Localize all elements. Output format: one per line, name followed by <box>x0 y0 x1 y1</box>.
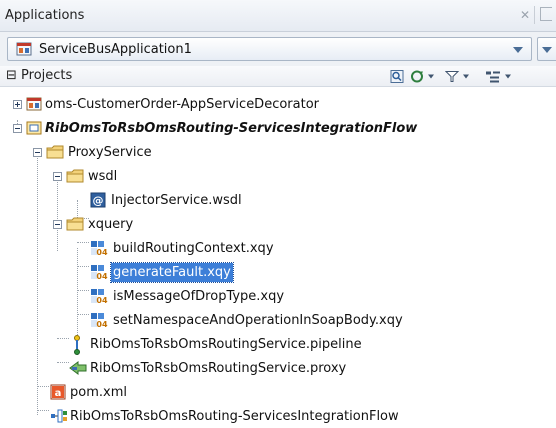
tree-item-proxy[interactable]: RibOmsToRsbOmsRoutingService.proxy <box>0 358 556 380</box>
tree-item-label: RibOmsToRsbOmsRouting-ServicesIntegratio… <box>45 121 418 136</box>
tree-item-integration-flow[interactable]: RibOmsToRsbOmsRouting-ServicesIntegratio… <box>0 406 556 428</box>
svg-text:a: a <box>55 388 62 399</box>
tree-item-label: InjectorService.wsdl <box>111 193 242 208</box>
working-sets-icon[interactable] <box>485 69 513 84</box>
application-selector[interactable]: ServiceBusApplication1 <box>7 37 532 61</box>
project-icon <box>26 97 42 111</box>
tree-item-label: wsdl <box>88 169 118 184</box>
projects-label[interactable]: ⊟ Projects <box>6 68 72 83</box>
tree-item-label-selected: generateFault.xqy <box>110 262 234 283</box>
collapse-icon[interactable] <box>13 124 22 133</box>
tree-item-label: RibOmsToRsbOmsRoutingService.pipeline <box>90 337 362 352</box>
tree-item-label: pom.xml <box>70 385 127 400</box>
header-divider <box>534 6 535 24</box>
folder-icon <box>46 145 64 159</box>
tree-item-label: setNamespaceAndOperationInSoapBody.xqy <box>113 313 403 328</box>
tree-item-setnamespaceandoperation[interactable]: 04 setNamespaceAndOperationInSoapBody.xq… <box>0 310 556 332</box>
tree-item-integration-flow-project[interactable]: RibOmsToRsbOmsRouting-ServicesIntegratio… <box>0 118 556 140</box>
tree-item-ismessageofdroptype[interactable]: 04 isMessageOfDropType.xqy <box>0 286 556 308</box>
tree-item-xquery-folder[interactable]: xquery <box>0 214 556 236</box>
tree-item-pom-xml[interactable]: a pom.xml <box>0 382 556 404</box>
collapse-icon[interactable] <box>33 148 42 157</box>
collapse-icon[interactable] <box>53 172 62 181</box>
tree-item-wsdl-folder[interactable]: wsdl <box>0 166 556 188</box>
projects-header: ⊟ Projects <box>0 66 556 87</box>
svg-text:04: 04 <box>96 248 108 256</box>
folder-icon <box>66 169 84 183</box>
filter-icon[interactable] <box>445 69 471 84</box>
xquery-file-icon: 04 <box>91 241 108 256</box>
svg-text:@: @ <box>93 194 104 207</box>
collapse-icon[interactable] <box>53 220 62 229</box>
svg-text:04: 04 <box>96 296 108 304</box>
tree-item-label: xquery <box>88 217 134 232</box>
panel-menu-icon[interactable] <box>540 7 552 21</box>
maven-file-icon: a <box>50 384 66 400</box>
expand-icon[interactable] <box>13 100 22 109</box>
application-menu-button[interactable] <box>537 37 556 61</box>
tree-item-label: RibOmsToRsbOmsRoutingService.proxy <box>90 361 347 376</box>
xquery-file-icon: 04 <box>91 313 108 328</box>
tree-item-pipeline[interactable]: RibOmsToRsbOmsRoutingService.pipeline <box>0 334 556 356</box>
refresh-icon[interactable] <box>410 69 436 84</box>
tree-item-label: isMessageOfDropType.xqy <box>113 289 285 304</box>
svg-text:04: 04 <box>96 320 108 328</box>
projects-label-text: Projects <box>21 68 73 83</box>
tree-item-label: RibOmsToRsbOmsRouting-ServicesIntegratio… <box>70 409 399 424</box>
tree-item-label: buildRoutingContext.xqy <box>113 241 274 256</box>
chevron-down-icon <box>542 47 552 53</box>
application-selector-value: ServiceBusApplication1 <box>39 42 192 57</box>
pipeline-icon <box>74 335 80 355</box>
application-icon <box>16 42 32 56</box>
xquery-file-icon: 04 <box>91 265 108 280</box>
folder-icon <box>66 217 84 231</box>
panel-title: Applications <box>5 8 85 23</box>
svg-text:04: 04 <box>96 272 108 280</box>
tree-item-generatefault[interactable]: 04 generateFault.xqy <box>0 262 556 284</box>
composite-icon <box>51 409 67 423</box>
xquery-file-icon: 04 <box>91 289 108 304</box>
sync-with-editor-icon[interactable] <box>390 69 404 84</box>
tree-item-oms-customerorder[interactable]: oms-CustomerOrder-AppServiceDecorator <box>0 94 556 116</box>
wsdl-file-icon: @ <box>90 192 106 208</box>
tree-item-injectorservice-wsdl[interactable]: @ InjectorService.wsdl <box>0 190 556 212</box>
project-tree: oms-CustomerOrder-AppServiceDecorator Ri… <box>0 88 556 424</box>
tree-item-buildroutingcontext[interactable]: 04 buildRoutingContext.xqy <box>0 238 556 260</box>
tree-item-label: oms-CustomerOrder-AppServiceDecorator <box>45 97 320 112</box>
tree-item-label: ProxyService <box>68 145 152 160</box>
proxy-icon <box>69 361 87 375</box>
chevron-down-icon[interactable] <box>513 47 523 53</box>
tree-item-proxyservice[interactable]: ProxyService <box>0 142 556 164</box>
project-icon <box>26 121 42 135</box>
close-icon[interactable]: ✕ <box>520 8 530 22</box>
panel-header: Applications ✕ <box>0 0 556 32</box>
